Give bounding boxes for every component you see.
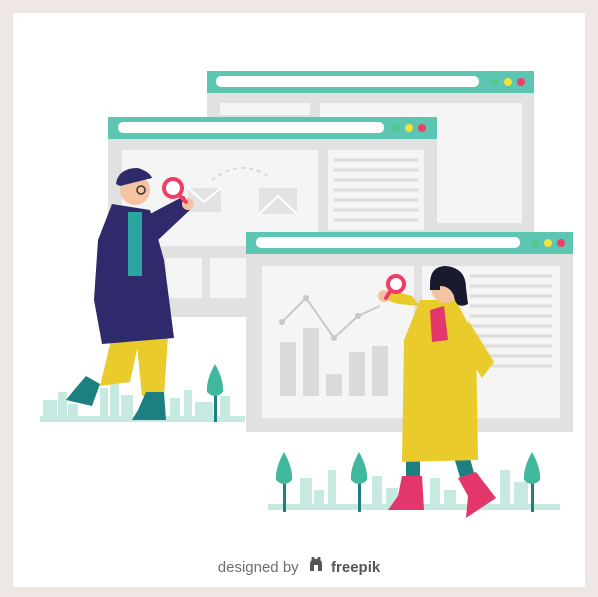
window-dot-red	[517, 78, 525, 86]
web-search-illustration	[40, 71, 573, 518]
freepik-logo-icon	[307, 556, 325, 578]
envelope-icon	[187, 187, 222, 212]
credit-brand: freepik	[331, 559, 381, 576]
tree-icon	[275, 452, 293, 512]
tree-icon	[350, 452, 368, 512]
window-dot-green	[491, 78, 499, 86]
window-dot-yellow	[504, 78, 512, 86]
envelope-icon	[258, 188, 298, 215]
credit-prefix: designed by	[217, 559, 299, 576]
attribution-credit[interactable]: designed by freepik	[0, 556, 598, 578]
